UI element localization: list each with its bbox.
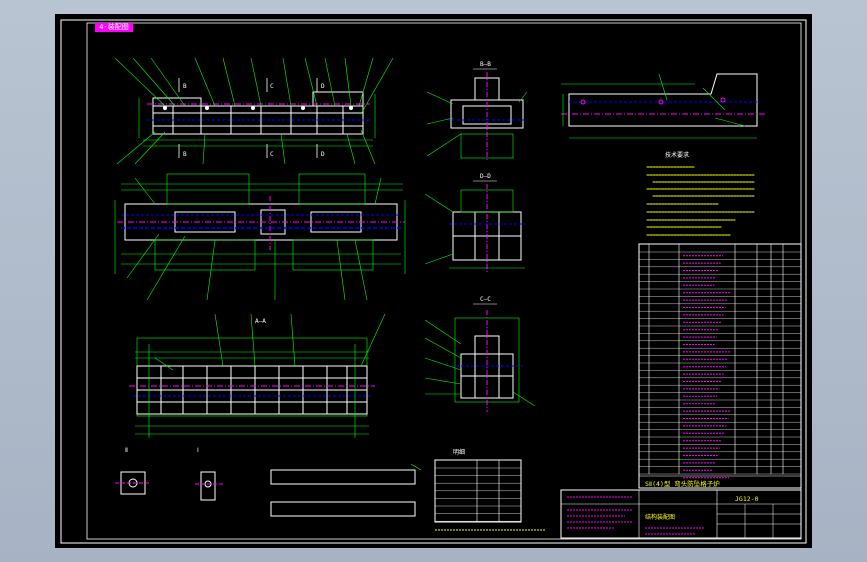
section-marker-c-top: C: [270, 83, 274, 90]
section-marker-c-bottom: C: [270, 151, 274, 158]
title-block: SⅡ(4)型 弯头防坠格子炉 JG12-0 结构装配图: [560, 475, 802, 539]
drawing-frame-inner: [86, 22, 802, 540]
title-drawing-number: JG12-0: [735, 495, 759, 503]
view-label-c-c: C—C: [480, 296, 491, 303]
view-label-detail-ii: Ⅱ: [125, 447, 128, 454]
title-part-name: 结构装配图: [645, 513, 675, 521]
layout-tag[interactable]: 4-装配图: [95, 23, 133, 32]
material-table: 明细: [434, 448, 545, 531]
section-b-b: B—B: [426, 61, 528, 162]
view-label-a-a: A—A: [255, 318, 266, 325]
section-d-d: D—D: [424, 173, 525, 272]
section-marker-b-bottom: B: [183, 151, 187, 158]
section-marker-d-top: D: [321, 83, 325, 90]
parts-list: [638, 243, 802, 489]
detail-views: Ⅱ Ⅰ: [115, 447, 422, 517]
material-table-heading: 明细: [453, 448, 465, 456]
cad-viewport[interactable]: B B C C D D A—A B—B D—D C—C 技术要求 SⅡ(4)型 …: [55, 14, 812, 548]
section-marker-b-top: B: [183, 83, 187, 90]
view-label-b-b: B—B: [480, 61, 491, 68]
title-project-name: SⅡ(4)型 弯头防坠格子炉: [645, 479, 720, 488]
view-label-d-d: D—D: [480, 173, 491, 180]
section-a-a: A—A: [129, 313, 386, 438]
notes-heading: 技术要求: [665, 151, 689, 159]
section-marker-d-bottom: D: [321, 151, 325, 158]
section-c-c: C—C: [424, 296, 536, 412]
top-view: [114, 173, 406, 301]
front-view: B B C C D D: [114, 57, 394, 165]
assembly-drawing: B B C C D D A—A B—B D—D C—C 技术要求 SⅡ(4)型 …: [60, 19, 807, 544]
plate-detail: [561, 73, 767, 139]
technical-notes: 技术要求: [646, 151, 756, 236]
view-label-detail-i: Ⅰ: [197, 447, 199, 454]
